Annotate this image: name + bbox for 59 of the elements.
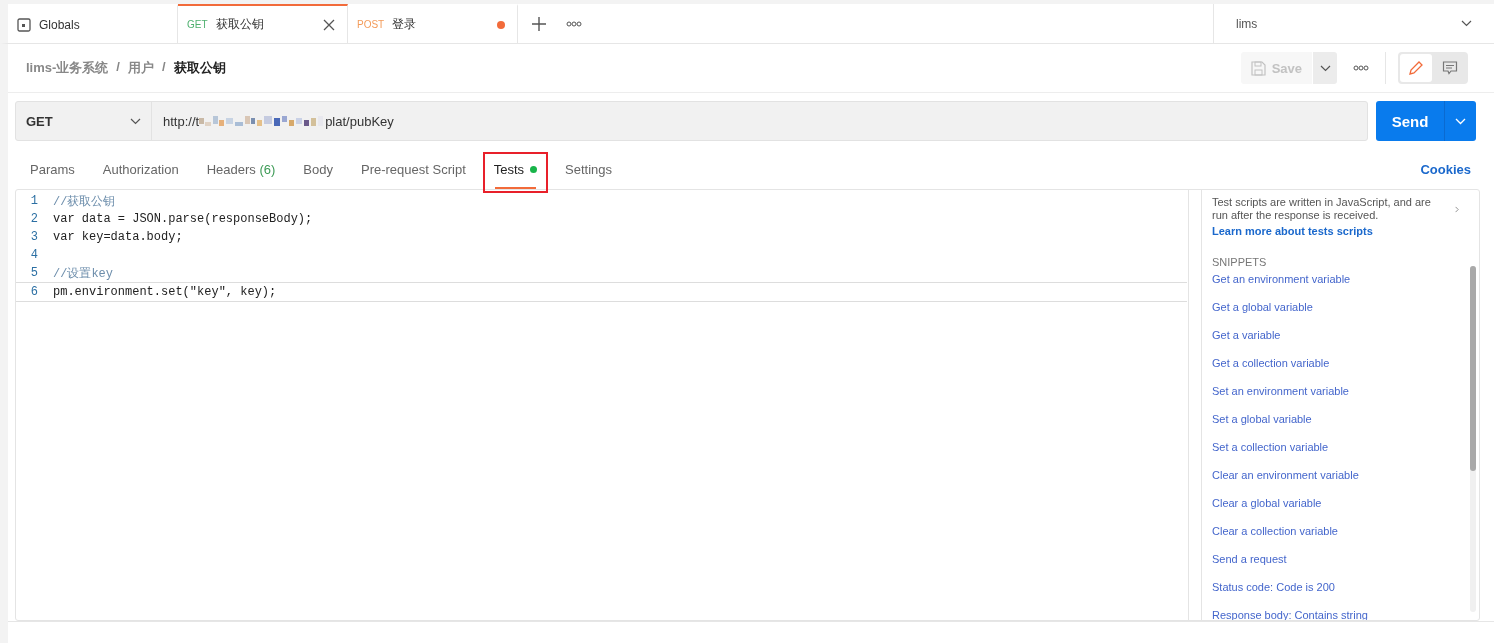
save-options-button[interactable] — [1313, 52, 1337, 84]
request-section-tab[interactable]: Authorization — [91, 151, 190, 187]
line-number: 1 — [29, 194, 39, 208]
code-comment: //设置key — [53, 265, 113, 282]
snippet-link[interactable]: Get an environment variable — [1212, 272, 1459, 300]
chevron-down-icon — [1455, 117, 1466, 125]
section-heading: SNIPPETS — [1212, 256, 1268, 268]
snippet-link[interactable]: Set a collection variable — [1212, 440, 1459, 468]
snippet-link[interactable]: Set an environment variable — [1212, 384, 1459, 412]
edit-mode-button[interactable] — [1400, 54, 1432, 82]
comment-icon — [1442, 60, 1458, 76]
globals-tab[interactable]: Globals — [8, 4, 178, 43]
request-section-tab[interactable]: Params — [19, 151, 86, 187]
chevron-down-icon — [1461, 20, 1472, 27]
code-editor[interactable]: 1 //获取公钥 2 var data = JSON.parse(responseBody); 3 var key=data.body; 4 5 //设置key 6 pm.environment.set("key", key); — [16, 190, 1202, 620]
pencil-icon — [1408, 60, 1424, 76]
snippet-link[interactable]: Clear a global variable — [1212, 496, 1459, 524]
scrollbar-thumb[interactable] — [1470, 266, 1476, 471]
chevron-down-icon — [1319, 64, 1331, 72]
line-number: 2 — [29, 212, 39, 226]
send-options-button[interactable] — [1444, 101, 1476, 141]
request-section-tab[interactable]: Headers (6) — [195, 151, 287, 187]
line-number: 3 — [29, 230, 39, 244]
snippet-link[interactable]: Clear an environment variable — [1212, 468, 1459, 496]
request-section-tab[interactable]: Tests — [482, 151, 549, 193]
request-section-tab[interactable]: Pre-request Script — [350, 151, 477, 187]
line-number: 6 — [29, 285, 39, 299]
breadcrumb-item[interactable]: 用户 — [127, 59, 154, 77]
cookies-link[interactable]: Cookies — [1420, 161, 1471, 177]
more-icon[interactable] — [566, 20, 582, 27]
code-line: var key=data.body; — [53, 230, 183, 244]
code-comment: //获取公钥 — [53, 193, 116, 210]
request-section-tab[interactable]: Settings — [554, 151, 624, 187]
code-line: pm.environment.set("key", key); — [53, 285, 277, 299]
send-button[interactable]: Send — [1376, 101, 1444, 141]
learn-more-link[interactable]: Learn more about tests scripts — [1212, 225, 1459, 237]
request-section-tab[interactable]: Body — [292, 151, 344, 187]
snippet-link[interactable]: Send a request — [1212, 552, 1459, 580]
breadcrumb-separator: / — [116, 59, 120, 76]
environment-dropdown[interactable]: lims — [1213, 4, 1494, 43]
snippet-link[interactable]: Set a global variable — [1212, 412, 1459, 440]
request-tab[interactable]: POST 登录 — [348, 4, 518, 43]
more-icon[interactable] — [1353, 65, 1369, 71]
snippet-link[interactable]: Clear a collection variable — [1212, 524, 1459, 552]
help-text: Test scripts are written in JavaScript, and are run after the response is received. — [1212, 196, 1432, 222]
breadcrumb-item: 获取公钥 — [173, 59, 226, 77]
line-number: 4 — [29, 248, 39, 262]
request-tab[interactable]: GET 获取公钥 — [178, 4, 348, 43]
breadcrumb-separator: / — [161, 59, 166, 76]
snippet-link[interactable]: Status code: Code is 200 — [1212, 580, 1459, 608]
plus-icon[interactable] — [532, 16, 546, 31]
globals-icon — [17, 17, 31, 32]
close-icon[interactable] — [323, 18, 335, 31]
snippet-link[interactable]: Get a global variable — [1212, 300, 1459, 328]
snippet-link[interactable]: Get a collection variable — [1212, 356, 1459, 384]
line-number: 5 — [29, 266, 39, 280]
breadcrumb-item[interactable]: lims-业务系统 — [26, 59, 109, 77]
snippet-link[interactable]: Get a variable — [1212, 328, 1459, 356]
code-line: var data = JSON.parse(responseBody); — [53, 212, 313, 226]
